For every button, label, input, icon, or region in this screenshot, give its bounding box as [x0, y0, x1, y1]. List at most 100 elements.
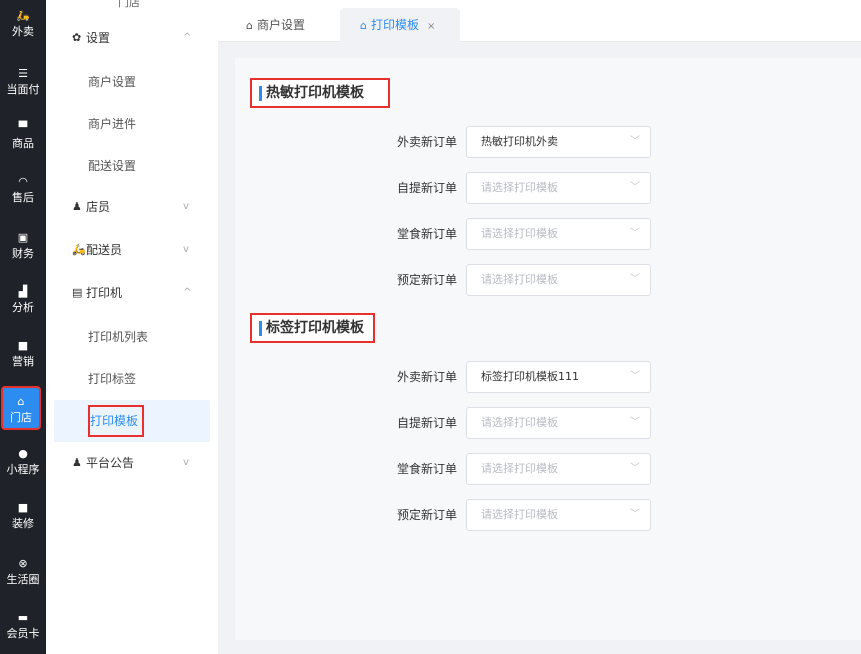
- chevron-down-icon: ﹀: [630, 136, 640, 147]
- template-select[interactable]: 请选择打印模板 ﹀: [466, 218, 651, 250]
- store-icon: ⌂: [360, 19, 367, 32]
- rail-item-mini-program[interactable]: ● 小程序: [0, 438, 46, 486]
- form-label: 自提新订单: [396, 416, 457, 430]
- rail-item-label: 外卖: [12, 25, 34, 38]
- submenu-item-delivery-settings[interactable]: 配送设置: [46, 145, 218, 187]
- submenu-item-printer-list[interactable]: 打印机列表: [46, 316, 218, 358]
- select-placeholder: 请选择打印模板: [481, 181, 558, 194]
- tab-label: 商户设置: [256, 18, 305, 32]
- store-icon: ⌂: [246, 19, 253, 32]
- submenu-item-merchant-settings[interactable]: 商户设置: [46, 61, 218, 103]
- template-select[interactable]: 请选择打印模板 ﹀: [466, 407, 651, 439]
- store-submenu: 门店 ✿ 设置 ^ 商户设置 商户进件 配送设置 ♟ 店员 v 🛵 配送员 v …: [46, 0, 218, 654]
- select-placeholder: 请选择打印模板: [481, 227, 558, 240]
- submenu-item-label: 配送设置: [88, 159, 137, 173]
- rail-item-label: 门店: [10, 411, 32, 424]
- rail-item-label: 商品: [12, 137, 34, 150]
- print-template-card: 热敏打印机模板 外卖新订单 热敏打印机外卖 ﹀ 自提新订单 请选择打印模板 ﹀ …: [235, 58, 861, 640]
- submenu-item-print-templates[interactable]: 打印模板: [54, 400, 210, 442]
- form-label: 堂食新订单: [396, 462, 457, 476]
- select-placeholder: 请选择打印模板: [481, 462, 558, 475]
- rail-item-analysis[interactable]: ▟ 分析: [0, 276, 46, 324]
- submenu-group-settings[interactable]: ✿ 设置 ^: [46, 18, 218, 58]
- template-select[interactable]: 请选择打印模板 ﹀: [466, 499, 651, 531]
- select-placeholder: 请选择打印模板: [481, 508, 558, 521]
- chevron-down-icon: ﹀: [630, 182, 640, 193]
- rail-item-label: 售后: [12, 191, 34, 204]
- section-title-thermal: 热敏打印机模板: [250, 78, 390, 108]
- gear-icon: ✿: [72, 31, 82, 44]
- form-row: 自提新订单 请选择打印模板 ﹀: [235, 172, 861, 204]
- rail-item-finance[interactable]: ▣ 财务: [0, 222, 46, 270]
- finance-icon: ▣: [17, 231, 29, 244]
- rail-item-label: 当面付: [6, 83, 40, 96]
- chevron-down-icon: ﹀: [630, 371, 640, 382]
- wechat-icon: ●: [18, 447, 28, 460]
- chevron-up-icon: ^: [183, 32, 192, 43]
- submenu-group-label: 平台公告: [86, 456, 135, 470]
- template-select[interactable]: 标签打印机模板111 ﹀: [466, 361, 651, 393]
- chevron-down-icon: v: [183, 201, 189, 212]
- rail-item-label: 营销: [12, 355, 34, 368]
- courier-icon: 🛵: [72, 243, 86, 256]
- chevron-down-icon: v: [183, 244, 189, 255]
- chevron-up-icon: ^: [183, 287, 192, 298]
- form-row: 自提新订单 请选择打印模板 ﹀: [235, 407, 861, 439]
- main-nav-rail: 🛵 外卖 ☰ 当面付 ▀ 商品 ◠ 售后 ▣ 财务 ▟ 分析 ■ 营销 ⌂ 门店…: [0, 0, 46, 654]
- select-placeholder: 请选择打印模板: [481, 273, 558, 286]
- submenu-item-label: 打印模板: [88, 405, 145, 437]
- submenu-item-label: 打印标签: [88, 372, 137, 386]
- rail-item-label: 会员卡: [6, 627, 40, 640]
- tab-label: 打印模板: [370, 18, 419, 32]
- submenu-group-courier[interactable]: 🛵 配送员 v: [46, 230, 218, 270]
- decor-icon: ■: [17, 501, 29, 514]
- staff-icon: ♟: [72, 200, 82, 213]
- submenu-group-platform-notice[interactable]: ♟ 平台公告 v: [46, 443, 218, 483]
- submenu-group-label: 配送员: [86, 243, 123, 257]
- section-title-label-printer: 标签打印机模板: [250, 313, 375, 343]
- form-row: 预定新订单 请选择打印模板 ﹀: [235, 499, 861, 531]
- notice-icon: ♟: [72, 456, 82, 469]
- submenu-top-partial: 门店: [118, 0, 140, 9]
- rail-item-member-card[interactable]: ▬ 会员卡: [0, 602, 46, 650]
- rail-item-store[interactable]: ⌂ 门店: [1, 386, 41, 430]
- rail-item-life-circle[interactable]: ⊗ 生活圈: [0, 548, 46, 596]
- chevron-down-icon: ﹀: [630, 274, 640, 285]
- form-row: 堂食新订单 请选择打印模板 ﹀: [235, 453, 861, 485]
- rail-item-takeout[interactable]: 🛵 外卖: [0, 0, 46, 48]
- tab-print-templates[interactable]: ⌂ 打印模板 ×: [340, 8, 460, 42]
- select-value: 热敏打印机外卖: [481, 135, 558, 148]
- chevron-down-icon: ﹀: [630, 417, 640, 428]
- template-select[interactable]: 热敏打印机外卖 ﹀: [466, 126, 651, 158]
- select-value: 标签打印机模板111: [481, 370, 579, 383]
- form-label: 堂食新订单: [396, 227, 457, 241]
- template-select[interactable]: 请选择打印模板 ﹀: [466, 453, 651, 485]
- template-select[interactable]: 请选择打印模板 ﹀: [466, 172, 651, 204]
- rail-item-goods[interactable]: ▀ 商品: [0, 112, 46, 160]
- rail-item-face-pay[interactable]: ☰ 当面付: [0, 58, 46, 106]
- tab-merchant-settings[interactable]: ⌂ 商户设置: [246, 8, 305, 42]
- submenu-group-label: 打印机: [86, 286, 123, 300]
- tab-bar: ⌂ 商户设置 ⌂ 打印模板 ×: [218, 0, 861, 42]
- rail-item-label: 财务: [12, 247, 34, 260]
- rail-item-label: 装修: [12, 517, 34, 530]
- store-icon: ⌂: [17, 395, 25, 408]
- rail-item-decoration[interactable]: ■ 装修: [0, 492, 46, 540]
- submenu-item-merchant-onboarding[interactable]: 商户进件: [46, 103, 218, 145]
- chevron-down-icon: v: [183, 457, 189, 468]
- submenu-item-print-labels[interactable]: 打印标签: [46, 358, 218, 400]
- submenu-group-printer[interactable]: ▤ 打印机 ^: [46, 273, 218, 313]
- bike-icon: 🛵: [16, 9, 30, 22]
- circle-icon: ⊗: [18, 557, 28, 570]
- close-icon[interactable]: ×: [427, 21, 435, 32]
- submenu-group-staff[interactable]: ♟ 店员 v: [46, 187, 218, 227]
- bar-chart-icon: ▟: [18, 285, 28, 298]
- card-icon: ▬: [17, 611, 29, 624]
- submenu-group-label: 设置: [86, 31, 111, 45]
- rail-item-label: 分析: [12, 301, 34, 314]
- form-row: 堂食新订单 请选择打印模板 ﹀: [235, 218, 861, 250]
- rail-item-marketing[interactable]: ■ 营销: [0, 330, 46, 378]
- rail-item-label: 生活圈: [6, 573, 40, 586]
- rail-item-after-sales[interactable]: ◠ 售后: [0, 166, 46, 214]
- template-select[interactable]: 请选择打印模板 ﹀: [466, 264, 651, 296]
